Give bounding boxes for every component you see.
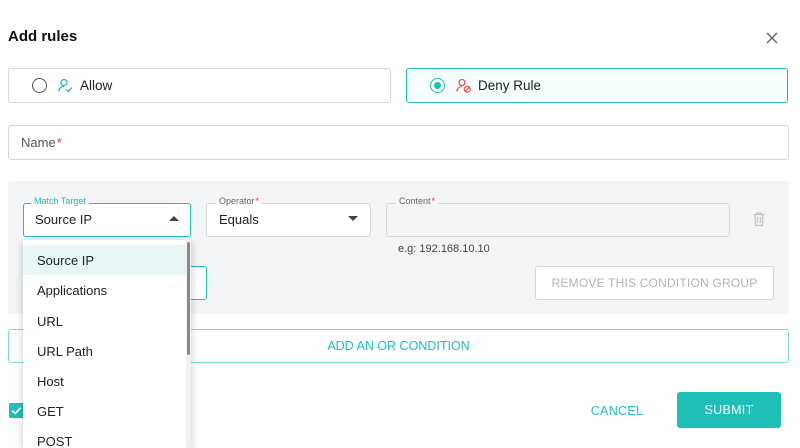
deny-rule-label: Deny Rule	[478, 78, 542, 93]
close-icon[interactable]	[764, 30, 780, 46]
dropdown-option[interactable]: URL Path	[23, 336, 186, 366]
submit-button[interactable]: SUBMIT	[677, 392, 781, 428]
content-input[interactable]	[386, 203, 730, 237]
caret-down-icon[interactable]	[348, 216, 358, 221]
name-input[interactable]: Name *	[8, 125, 789, 160]
caret-up-icon[interactable]	[169, 216, 179, 221]
dropdown-option[interactable]: Source IP	[23, 245, 186, 275]
user-check-icon	[57, 77, 74, 94]
dropdown-option[interactable]: Host	[23, 366, 186, 396]
dropdown-option[interactable]: Applications	[23, 275, 186, 305]
deny-rule-radio[interactable]	[430, 78, 445, 93]
allow-option[interactable]: Allow	[8, 68, 391, 103]
name-label: Name	[21, 135, 56, 150]
match-target-label: Match Target	[31, 196, 89, 206]
deny-rule-option[interactable]: Deny Rule	[406, 68, 788, 103]
content-hint: e.g: 192.168.10.10	[398, 243, 490, 255]
dialog-title: Add rules	[8, 28, 78, 45]
dropdown-scrollbar-thumb[interactable]	[187, 242, 190, 355]
required-mark: *	[56, 135, 62, 150]
match-target-dropdown: Source IP Applications URL URL Path Host…	[23, 240, 191, 448]
allow-label: Allow	[80, 78, 113, 93]
dropdown-option[interactable]: URL	[23, 306, 186, 336]
trash-icon[interactable]	[752, 211, 766, 227]
remove-condition-group-button[interactable]: REMOVE THIS CONDITION GROUP	[535, 266, 774, 300]
allow-radio[interactable]	[32, 78, 47, 93]
checkbox[interactable]	[9, 403, 24, 418]
content-label: Content*	[396, 196, 439, 206]
cancel-button[interactable]: CANCEL	[578, 393, 656, 428]
match-target-value: Source IP	[35, 212, 93, 227]
dropdown-option[interactable]: POST	[23, 426, 186, 448]
operator-value: Equals	[219, 212, 259, 227]
dropdown-option[interactable]: GET	[23, 396, 186, 426]
operator-label: Operator*	[216, 196, 263, 206]
user-block-icon	[455, 77, 472, 94]
